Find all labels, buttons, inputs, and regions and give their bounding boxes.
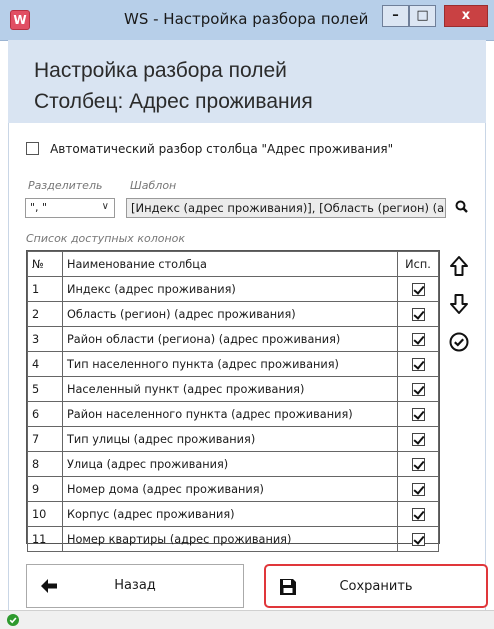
header-subtitle: Столбец: Адрес проживания [34, 90, 313, 113]
frame-border-left [8, 123, 9, 620]
row-num: 10 [27, 501, 63, 527]
row-column-name: Индекс (адрес проживания) [62, 276, 398, 302]
save-button[interactable]: Сохранить [264, 564, 488, 608]
row-use-cell [397, 451, 439, 477]
row-column-name: Улица (адрес проживания) [62, 451, 398, 477]
row-num: 9 [27, 476, 63, 502]
row-use-checkbox[interactable] [411, 457, 425, 471]
row-num: 2 [27, 301, 63, 327]
row-num: 3 [27, 326, 63, 352]
table-header-row: № Наименование столбца Исп. [27, 251, 439, 277]
arrow-down-icon [450, 294, 468, 314]
table-row[interactable]: 8 Улица (адрес проживания) [27, 451, 439, 477]
move-up-button[interactable] [447, 254, 471, 278]
row-column-name: Область (регион) (адрес проживания) [62, 301, 398, 327]
title-bar: W WS - Настройка разбора полей – □ x [0, 0, 494, 41]
auto-parse-row[interactable]: Автоматический разбор столбца "Адрес про… [26, 138, 394, 156]
move-down-button[interactable] [447, 292, 471, 316]
table-row[interactable]: 4 Тип населенного пункта (адрес проживани… [27, 351, 439, 377]
table-row[interactable]: 7 Тип улицы (адрес проживания) [27, 426, 439, 452]
table-row[interactable]: 5 Населенный пункт (адрес проживания) [27, 376, 439, 402]
row-column-name: Тип населенного пункта (адрес проживания… [62, 351, 398, 377]
row-use-cell [397, 401, 439, 427]
row-num: 1 [27, 276, 63, 302]
row-use-checkbox[interactable] [411, 332, 425, 346]
table-row[interactable]: 11 Номер квартиры (адрес проживания) [27, 526, 439, 552]
header-num[interactable]: № [27, 251, 63, 277]
separator-select[interactable]: ", " ∨ [25, 198, 115, 218]
maximize-button[interactable]: □ [409, 5, 436, 27]
row-use-checkbox[interactable] [411, 282, 425, 296]
minimize-button[interactable]: – [382, 5, 409, 27]
check-circle-icon [449, 332, 469, 352]
window-title: WS - Настройка разбора полей [124, 10, 369, 28]
separator-value: ", " [30, 201, 48, 214]
row-column-name: Корпус (адрес проживания) [62, 501, 398, 527]
row-use-checkbox[interactable] [411, 432, 425, 446]
table-row[interactable]: 3 Район области (региона) (адрес проживан… [27, 326, 439, 352]
template-value: [Индекс (адрес проживания)], [Область (р… [131, 201, 445, 215]
check-all-button[interactable] [447, 330, 471, 354]
row-use-cell [397, 276, 439, 302]
frame-border-right [485, 123, 486, 620]
row-num: 5 [27, 376, 63, 402]
row-use-cell [397, 426, 439, 452]
table-row[interactable]: 6 Район населенного пункта (адрес прожива… [27, 401, 439, 427]
row-use-cell [397, 476, 439, 502]
row-use-cell [397, 501, 439, 527]
row-num: 7 [27, 426, 63, 452]
row-use-cell [397, 376, 439, 402]
row-use-checkbox[interactable] [411, 357, 425, 371]
template-input[interactable]: [Индекс (адрес проживания)], [Область (р… [126, 198, 446, 218]
template-label: Шаблон [130, 179, 177, 192]
row-use-checkbox[interactable] [411, 407, 425, 421]
header-name[interactable]: Наименование столбца [62, 251, 398, 277]
app-icon: W [10, 10, 30, 30]
header-title: Настройка разбора полей [34, 59, 287, 82]
row-num: 6 [27, 401, 63, 427]
row-num: 8 [27, 451, 63, 477]
row-use-cell [397, 301, 439, 327]
table-row[interactable]: 9 Номер дома (адрес проживания) [27, 476, 439, 502]
close-button[interactable]: x [444, 5, 488, 27]
header-use[interactable]: Исп. [397, 251, 439, 277]
table-row[interactable]: 2 Область (регион) (адрес проживания) [27, 301, 439, 327]
row-use-checkbox[interactable] [411, 307, 425, 321]
table-row[interactable]: 10 Корпус (адрес проживания) [27, 501, 439, 527]
row-column-name: Тип улицы (адрес проживания) [62, 426, 398, 452]
separator-label: Разделитель [28, 179, 103, 192]
row-num: 11 [27, 526, 63, 552]
chevron-down-icon: ∨ [101, 201, 109, 212]
row-column-name: Район области (региона) (адрес проживани… [62, 326, 398, 352]
columns-table: № Наименование столбца Исп. 1 Индекс (адр… [26, 250, 440, 552]
row-use-cell [397, 526, 439, 552]
row-use-checkbox[interactable] [411, 482, 425, 496]
search-button[interactable] [452, 196, 472, 218]
dialog-header: Настройка разбора полей Столбец: Адрес п… [8, 40, 486, 123]
auto-parse-label: Автоматический разбор столбца "Адрес про… [50, 141, 394, 156]
table-row[interactable]: 1 Индекс (адрес проживания) [27, 276, 439, 302]
row-column-name: Номер квартиры (адрес проживания) [62, 526, 398, 552]
row-use-checkbox[interactable] [411, 382, 425, 396]
row-use-cell [397, 326, 439, 352]
columns-list-label: Список доступных колонок [26, 232, 186, 245]
save-button-label: Сохранить [339, 579, 413, 594]
row-use-checkbox[interactable] [411, 507, 425, 521]
ok-check-icon [7, 614, 19, 626]
row-use-checkbox[interactable] [411, 532, 425, 546]
back-button[interactable]: Назад [26, 564, 244, 608]
search-icon [455, 200, 468, 213]
row-use-cell [397, 351, 439, 377]
row-column-name: Район населенного пункта (адрес проживан… [62, 401, 398, 427]
row-column-name: Населенный пункт (адрес проживания) [62, 376, 398, 402]
auto-parse-checkbox[interactable] [26, 142, 39, 155]
arrow-up-icon [450, 256, 468, 276]
row-column-name: Номер дома (адрес проживания) [62, 476, 398, 502]
status-bar [0, 610, 494, 629]
back-button-label: Назад [114, 578, 156, 593]
row-num: 4 [27, 351, 63, 377]
